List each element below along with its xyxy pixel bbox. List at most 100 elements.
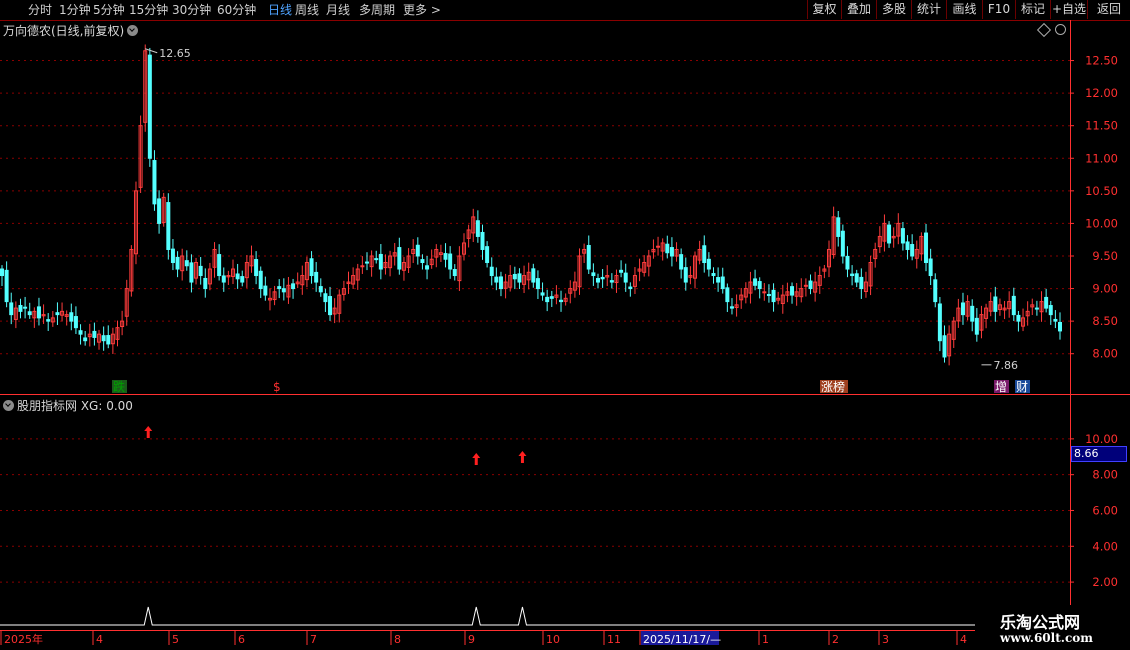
price-tick-label: 11.00 — [1085, 151, 1118, 165]
candle-body — [69, 312, 74, 322]
candle-body — [937, 303, 942, 342]
candle-body — [23, 306, 28, 309]
date-cursor-label: 2025/11/17/— — [643, 633, 721, 646]
candle-body — [166, 202, 171, 250]
candle-body — [494, 276, 499, 283]
candle-body — [586, 244, 591, 270]
candle-body — [887, 224, 892, 244]
candle-body — [198, 265, 203, 277]
candle-body — [291, 283, 296, 290]
signal-arrow-icon — [518, 451, 527, 463]
date-label: 10 — [546, 633, 560, 646]
candle-body — [18, 305, 23, 312]
candle-body — [762, 291, 767, 294]
candle-body — [854, 273, 859, 283]
candle-body — [595, 278, 600, 283]
price-tick-label: 8.00 — [1092, 347, 1118, 361]
candle-body — [92, 330, 97, 338]
event-tag: 财 — [1016, 380, 1028, 394]
candle-body — [619, 269, 624, 273]
candle-body — [517, 273, 522, 283]
candle-body — [221, 275, 226, 283]
candle-body — [263, 285, 268, 296]
candle-body — [254, 259, 259, 277]
candle-body — [753, 278, 758, 286]
candle-body — [850, 273, 855, 277]
candle-body — [475, 220, 480, 237]
candle-body — [623, 272, 628, 283]
candle-body — [540, 292, 545, 296]
event-tag: 涨榜 — [821, 379, 845, 394]
candle-body — [170, 248, 175, 264]
kline-chart[interactable]: 12.5012.0011.5011.0010.5010.009.509.008.… — [0, 0, 1130, 650]
candle-body — [397, 247, 402, 270]
candle-body — [374, 258, 379, 261]
candle-body — [900, 228, 905, 244]
candle-body — [217, 254, 222, 277]
date-label: 5 — [172, 633, 179, 646]
candle-body — [535, 278, 540, 290]
indicator-tick-label: 4.00 — [1092, 539, 1118, 553]
candle-body — [1048, 305, 1053, 316]
candle-body — [993, 296, 998, 312]
candle-body — [905, 241, 910, 250]
candle-body — [974, 317, 979, 335]
candle-body — [840, 230, 845, 257]
candle-body — [314, 271, 319, 283]
candle-body — [702, 245, 707, 264]
candle-body — [771, 289, 776, 303]
candle-body — [970, 305, 975, 322]
candle-body — [1044, 296, 1049, 309]
event-tag: 跌 — [113, 379, 125, 394]
candle-body — [803, 284, 808, 287]
candle-body — [1011, 295, 1016, 316]
candle-body — [240, 276, 245, 283]
candle-body — [559, 299, 564, 303]
candle-body — [4, 269, 9, 303]
candle-body — [309, 258, 314, 277]
candle-body — [281, 288, 286, 293]
candle-body — [46, 319, 51, 322]
date-label: 11 — [607, 633, 621, 646]
date-label: 1 — [762, 633, 769, 646]
price-tick-label: 10.50 — [1085, 184, 1118, 198]
candle-body — [669, 247, 674, 257]
candle-body — [924, 232, 929, 264]
candle-body — [591, 272, 596, 277]
candle-body — [928, 258, 933, 277]
candle-body — [0, 268, 4, 277]
candle-body — [443, 253, 448, 260]
candle-body — [498, 276, 503, 290]
indicator-tick-label: 2.00 — [1092, 575, 1118, 589]
signal-arrow-icon — [472, 453, 481, 465]
date-label: 9 — [468, 633, 475, 646]
candle-body — [425, 265, 430, 270]
candle-body — [683, 267, 688, 283]
candle-body — [720, 276, 725, 290]
candle-body — [706, 258, 711, 270]
price-tick-label: 11.50 — [1085, 119, 1118, 133]
candle-body — [679, 254, 684, 270]
candle-body — [189, 262, 194, 283]
candle-body — [318, 286, 323, 293]
candle-body — [258, 270, 263, 290]
low-label: 7.86 — [993, 359, 1018, 372]
date-label: 4 — [960, 633, 967, 646]
candle-body — [960, 302, 965, 316]
candle-body — [790, 286, 795, 296]
candle-body — [415, 244, 420, 257]
candle-body — [235, 273, 240, 280]
candle-body — [480, 231, 485, 250]
candle-body — [766, 294, 771, 297]
candle-body — [549, 296, 554, 299]
price-tick-label: 10.00 — [1085, 216, 1118, 230]
candle-body — [545, 296, 550, 303]
candle-body — [452, 269, 457, 277]
candle-body — [485, 246, 490, 264]
candle-body — [489, 266, 494, 277]
candle-body — [1058, 321, 1062, 332]
candle-body — [609, 280, 614, 283]
candle-body — [665, 243, 670, 254]
event-tag: 增 — [995, 380, 1007, 394]
candle-body — [725, 287, 730, 303]
